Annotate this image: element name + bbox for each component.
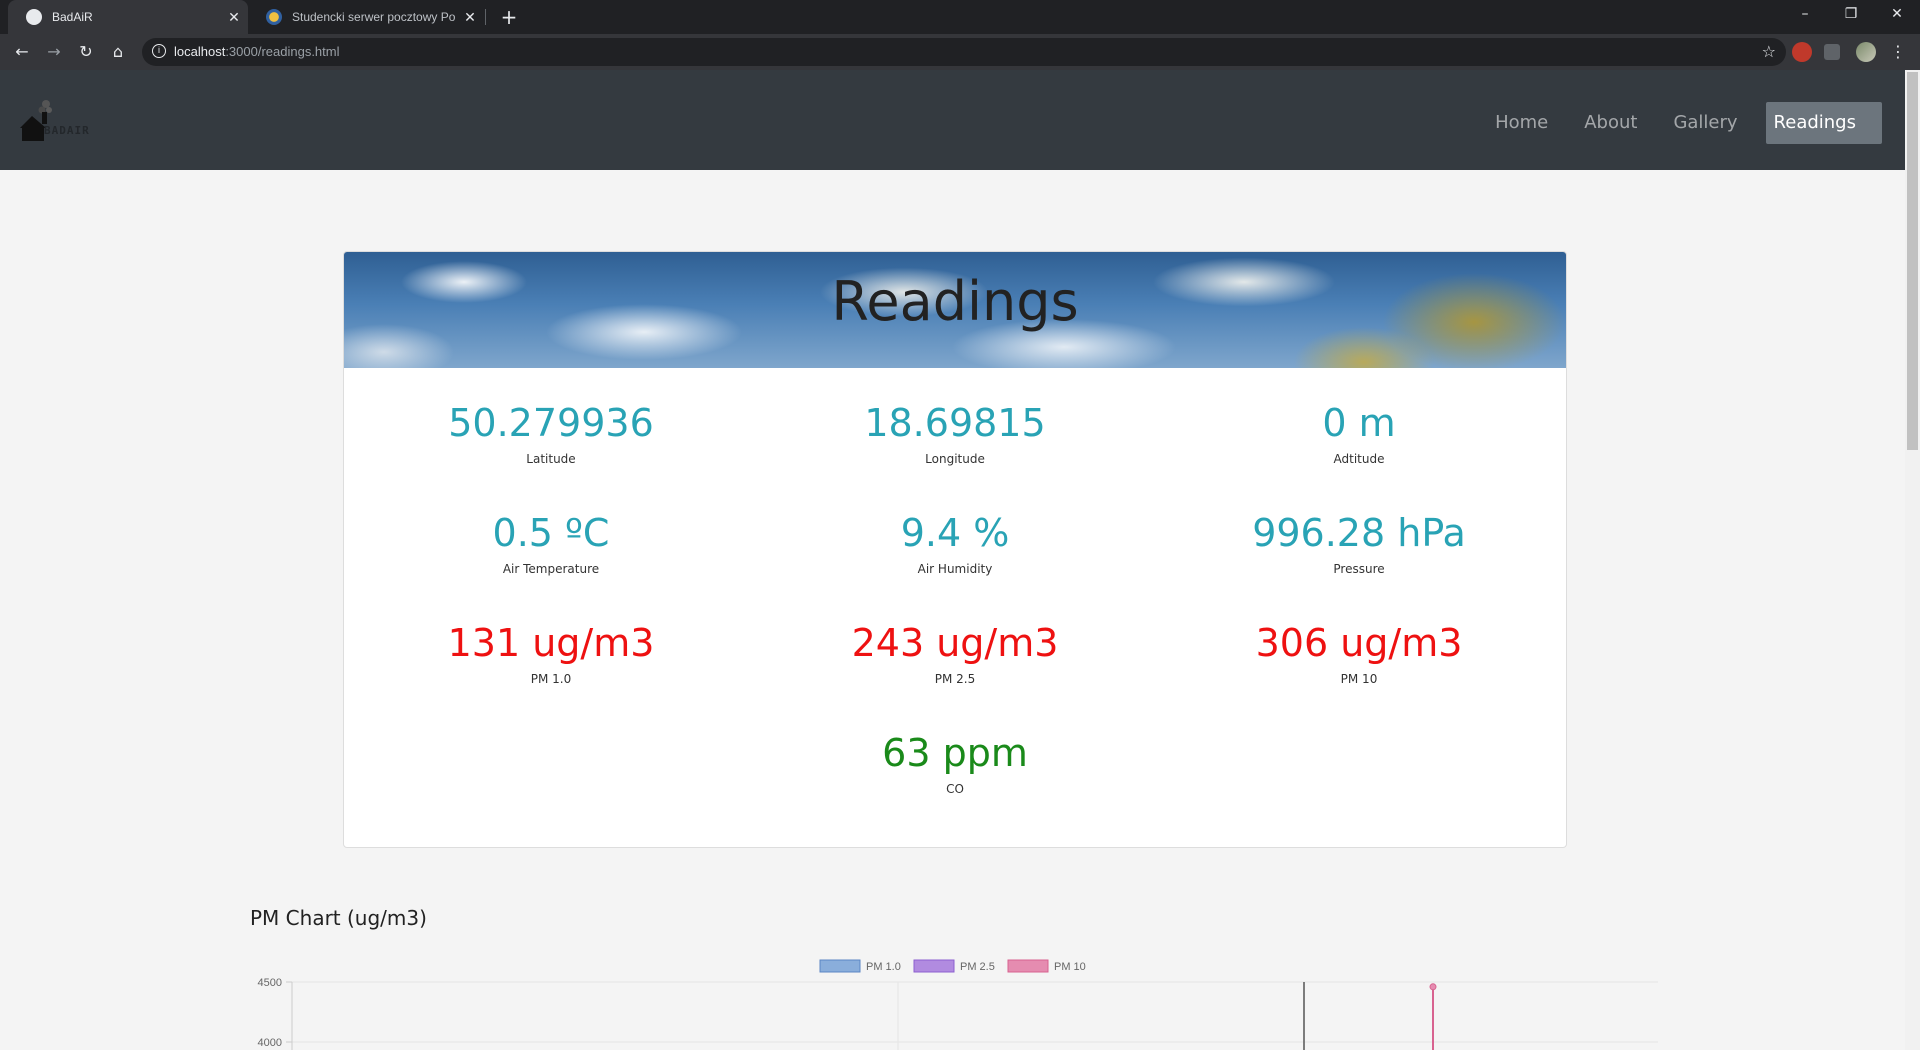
browser-tab-bar: BadAiR ✕ Studencki serwer pocztowy Polit… xyxy=(0,0,1920,34)
new-tab-button[interactable]: + xyxy=(496,4,522,30)
site-logo[interactable]: BADAIR xyxy=(18,98,102,144)
reading-pm25: 243 ug/m3 PM 2.5 xyxy=(755,620,1155,686)
forward-arrow-icon[interactable]: → xyxy=(42,40,66,64)
close-tab-icon[interactable]: ✕ xyxy=(456,9,484,26)
legend-label: PM 1.0 xyxy=(866,961,901,973)
site-info-icon[interactable]: i xyxy=(152,44,166,58)
reading-label: Adtitude xyxy=(1333,452,1385,466)
site-navbar: BADAIR Home About Gallery Readings xyxy=(0,70,1905,170)
reading-pm10: 306 ug/m3 PM 10 xyxy=(1159,620,1559,686)
reading-label: PM 2.5 xyxy=(934,672,976,686)
legend-label: PM 2.5 xyxy=(960,961,995,973)
reading-air-humidity: 9.4 % Air Humidity xyxy=(755,510,1155,576)
legend-swatch xyxy=(913,959,955,973)
reading-value: 0.5 ºC xyxy=(492,511,610,555)
browser-tab-inactive[interactable]: Studencki serwer pocztowy Politechniki Ś… xyxy=(248,0,484,34)
bookmark-star-icon[interactable]: ☆ xyxy=(1762,42,1776,61)
pm-chart-heading: PM Chart (ug/m3) xyxy=(250,906,427,930)
tab-title: BadAiR xyxy=(52,10,93,24)
close-window-button[interactable]: ✕ xyxy=(1874,0,1920,30)
y-tick-label: 4000 xyxy=(258,1037,282,1049)
reading-value: 9.4 % xyxy=(900,511,1010,555)
readings-card: Readings 50.279936 Latitude 18.69815 Lon… xyxy=(343,251,1567,848)
close-tab-icon[interactable]: ✕ xyxy=(220,9,248,26)
url-host: localhost xyxy=(174,44,226,59)
reading-label: Air Humidity xyxy=(917,562,993,576)
logo-text: BADAIR xyxy=(44,124,90,137)
legend-label: PM 10 xyxy=(1054,961,1086,973)
browser-menu-icon[interactable]: ⋮ xyxy=(1886,40,1910,64)
browser-toolbar: ← → ↻ ⌂ i localhost:3000/readings.html ☆… xyxy=(0,34,1920,70)
nav-home[interactable]: Home xyxy=(1477,102,1566,144)
browser-tab-active[interactable]: BadAiR ✕ xyxy=(8,0,248,34)
nav-readings[interactable]: Readings xyxy=(1765,102,1882,144)
reading-label: Latitude xyxy=(526,452,576,466)
restore-button[interactable]: ❐ xyxy=(1828,0,1874,30)
tab-divider xyxy=(485,9,486,25)
globe-icon xyxy=(26,9,42,25)
reading-label: PM 1.0 xyxy=(530,672,572,686)
reading-longitude: 18.69815 Longitude xyxy=(755,400,1155,466)
reload-icon[interactable]: ↻ xyxy=(74,40,98,64)
reading-pm1: 131 ug/m3 PM 1.0 xyxy=(351,620,751,686)
reading-pressure: 996.28 hPa Pressure xyxy=(1159,510,1559,576)
nav-gallery[interactable]: Gallery xyxy=(1655,102,1755,144)
profile-avatar[interactable] xyxy=(1856,42,1876,62)
legend-swatch xyxy=(819,959,861,973)
reading-value: 50.279936 xyxy=(448,401,654,445)
reading-value: 243 ug/m3 xyxy=(851,621,1059,665)
tab-title: Studencki serwer pocztowy Politechniki Ś… xyxy=(292,10,456,24)
reading-latitude: 50.279936 Latitude xyxy=(351,400,751,466)
house-smoke-icon xyxy=(20,100,52,141)
reading-label: Longitude xyxy=(925,452,985,466)
address-bar[interactable]: i localhost:3000/readings.html ☆ xyxy=(142,38,1786,66)
legend-item[interactable]: PM 10 xyxy=(1007,959,1086,973)
home-icon[interactable]: ⌂ xyxy=(106,40,130,64)
page-scrollbar-thumb[interactable] xyxy=(1907,72,1918,450)
minimize-button[interactable]: – xyxy=(1782,0,1828,30)
url-text: localhost:3000/readings.html xyxy=(174,44,340,59)
reading-label: Air Temperature xyxy=(502,562,600,576)
back-arrow-icon[interactable]: ← xyxy=(10,40,34,64)
reading-label: Pressure xyxy=(1333,562,1385,576)
reading-label: PM 10 xyxy=(1340,672,1378,686)
reading-co: 63 ppm CO xyxy=(755,730,1155,796)
y-tick-label: 4500 xyxy=(258,977,282,989)
nav-about[interactable]: About xyxy=(1566,102,1655,144)
reading-value: 18.69815 xyxy=(864,401,1046,445)
extension-shield-icon[interactable] xyxy=(1792,42,1812,62)
url-path: :3000/readings.html xyxy=(225,44,340,59)
reading-value: 0 m xyxy=(1322,401,1396,445)
legend-swatch xyxy=(1007,959,1049,973)
reading-value: 131 ug/m3 xyxy=(447,621,655,665)
reading-air-temperature: 0.5 ºC Air Temperature xyxy=(351,510,751,576)
site-nav-links: Home About Gallery Readings xyxy=(1477,102,1882,144)
legend-item[interactable]: PM 1.0 xyxy=(819,959,901,973)
reading-value: 306 ug/m3 xyxy=(1255,621,1463,665)
reading-label: CO xyxy=(946,782,964,796)
reading-altitude: 0 m Adtitude xyxy=(1159,400,1559,466)
readings-title: Readings xyxy=(831,270,1079,333)
pm-chart: PM 1.0 PM 2.5 PM 10 4500 4000 xyxy=(258,959,1658,1050)
legend-item[interactable]: PM 2.5 xyxy=(913,959,995,973)
pm10-data-point xyxy=(1429,983,1437,991)
extensions-puzzle-icon[interactable] xyxy=(1824,44,1840,60)
reading-value: 63 ppm xyxy=(882,731,1028,775)
university-logo-icon xyxy=(266,9,282,25)
reading-value: 996.28 hPa xyxy=(1252,511,1466,555)
